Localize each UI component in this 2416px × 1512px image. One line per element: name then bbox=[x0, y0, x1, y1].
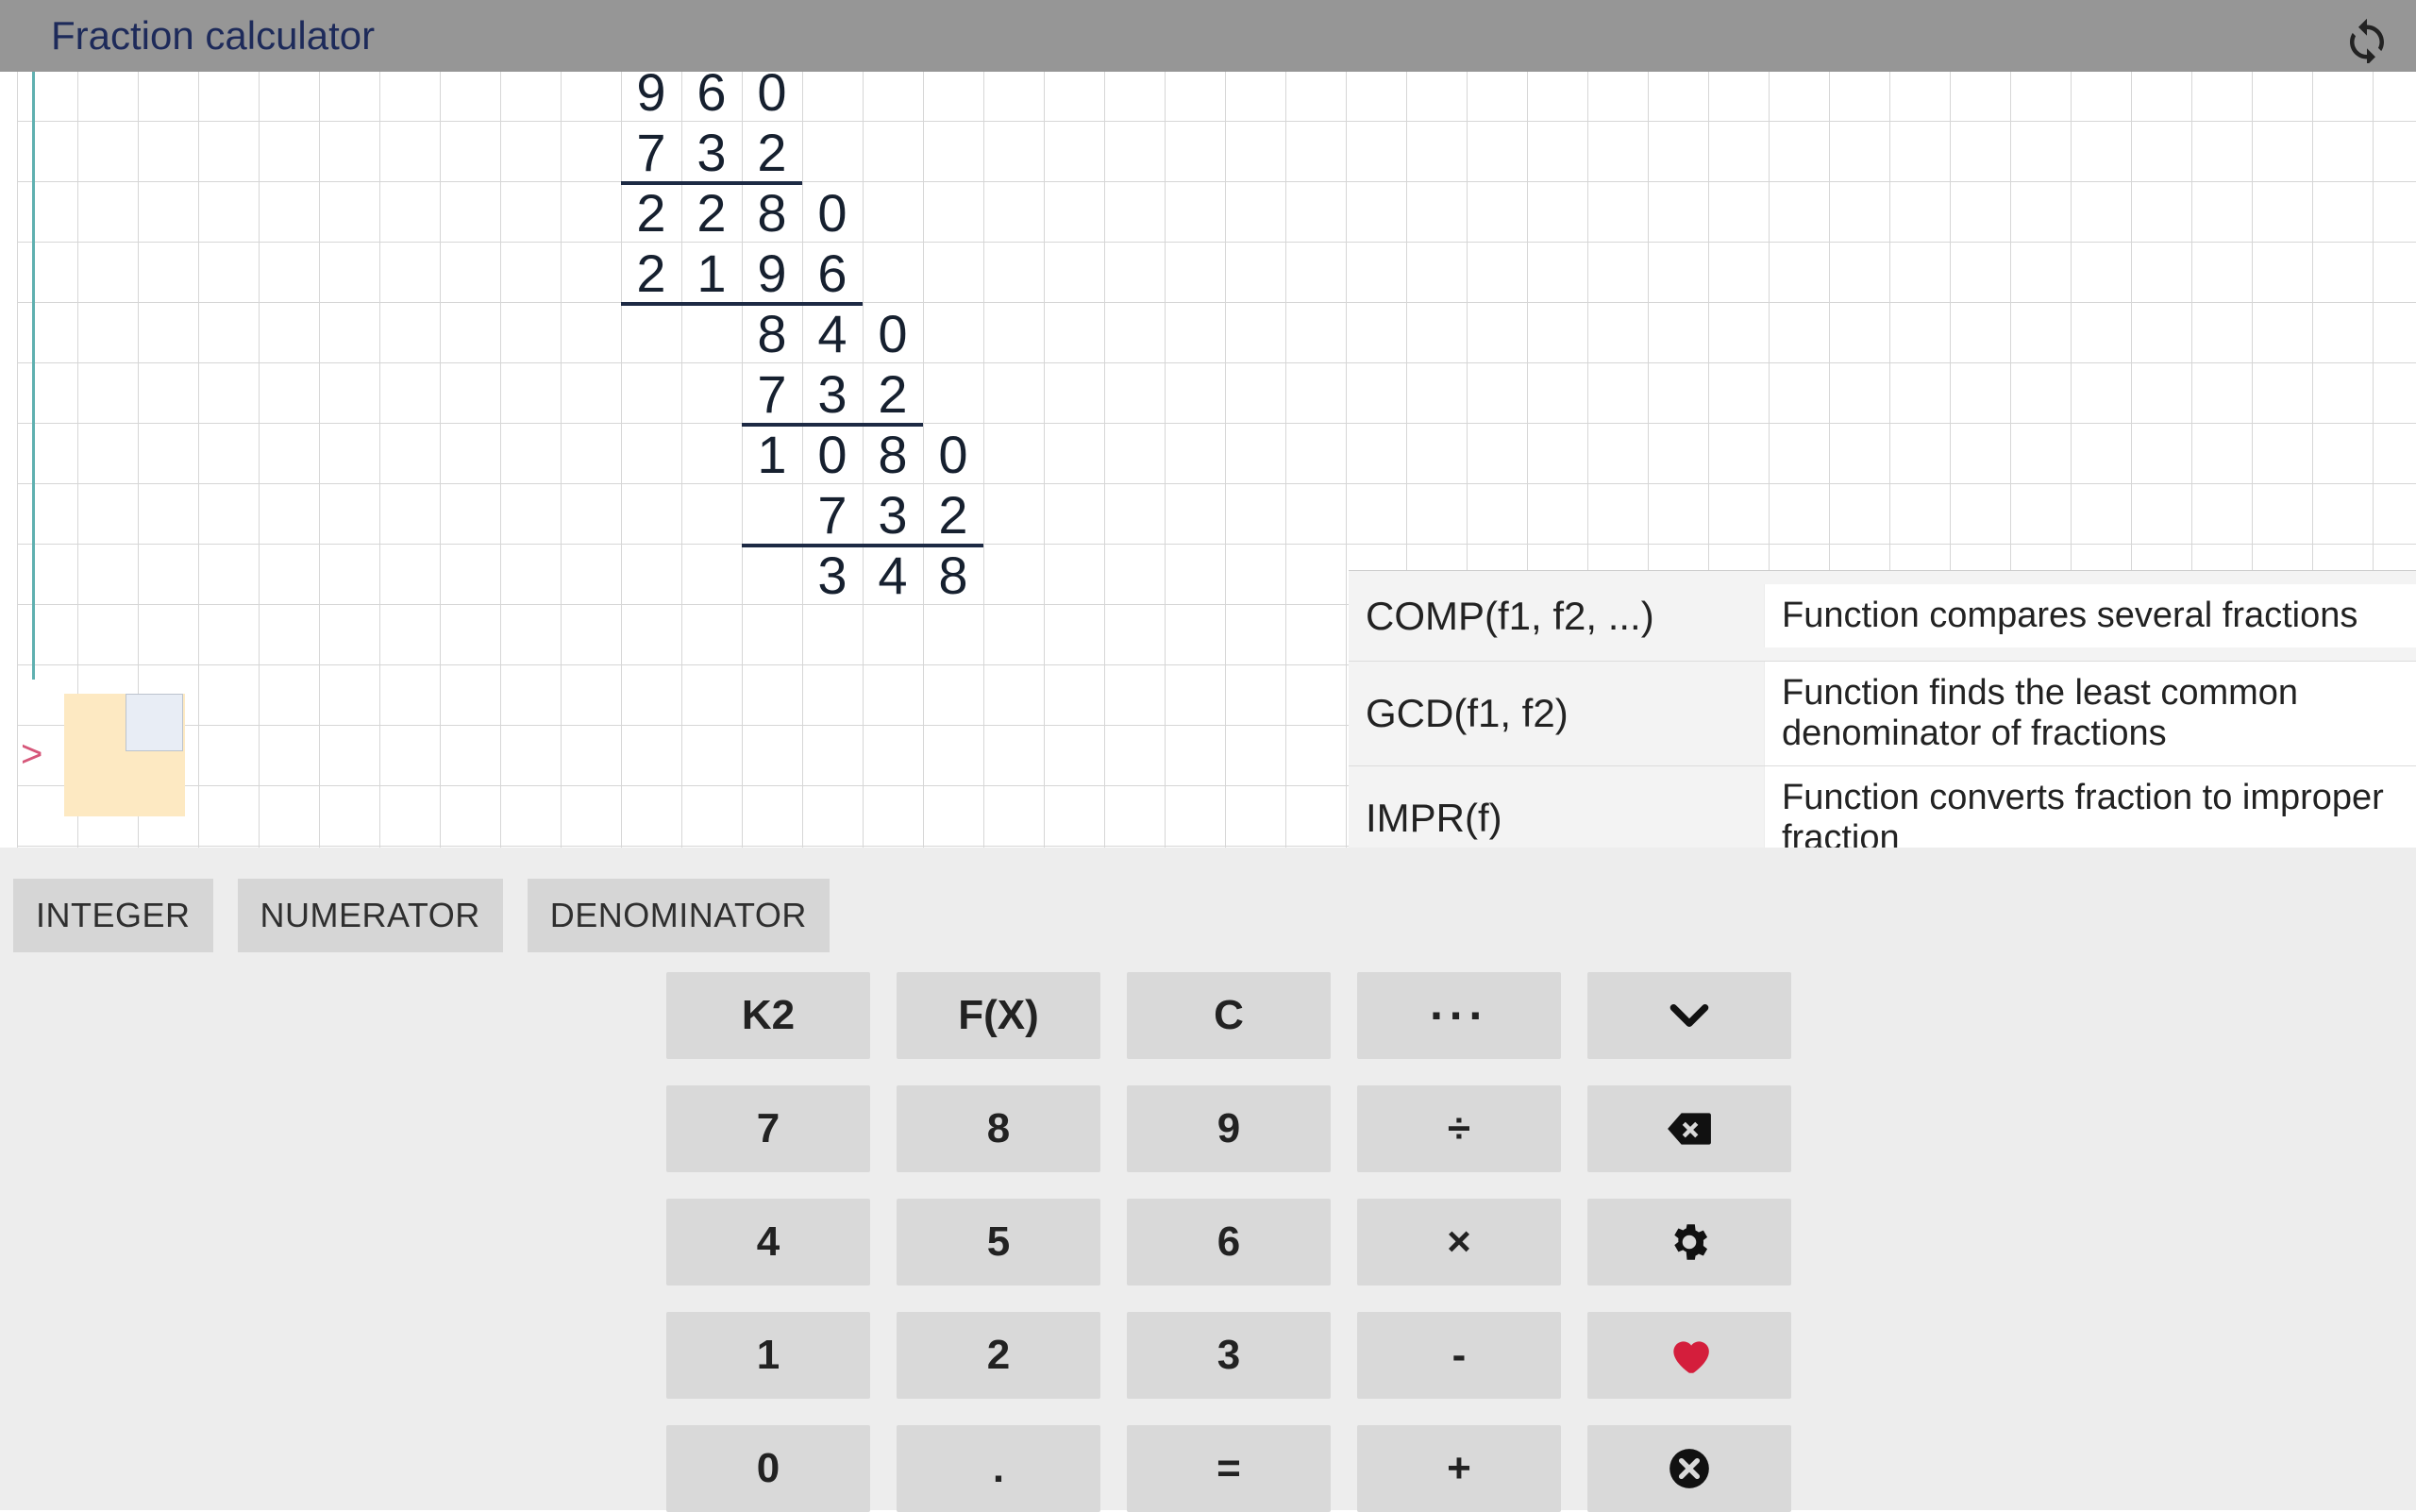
fn-desc: Function compares several fractions bbox=[1764, 584, 2416, 647]
key-plus[interactable]: + bbox=[1357, 1425, 1561, 1512]
key-minus[interactable]: - bbox=[1357, 1312, 1561, 1399]
backspace-icon bbox=[1666, 1105, 1713, 1152]
seg-denominator[interactable]: DENOMINATOR bbox=[528, 879, 830, 952]
key-fx[interactable]: F(X) bbox=[897, 972, 1100, 1059]
key-equals[interactable]: = bbox=[1127, 1425, 1331, 1512]
key-divide[interactable]: ÷ bbox=[1357, 1085, 1561, 1172]
refresh-icon bbox=[2341, 12, 2392, 63]
key-multiply[interactable]: × bbox=[1357, 1199, 1561, 1285]
app-title: Fraction calculator bbox=[51, 13, 375, 59]
key-0[interactable]: 0 bbox=[666, 1425, 870, 1512]
chevron-down-icon bbox=[1666, 992, 1713, 1039]
keyboard-panel: INTEGER NUMERATOR DENOMINATOR K2 F(X) C … bbox=[0, 848, 2416, 1510]
fn-row-gcd[interactable]: GCD(f1, f2) Function finds the least com… bbox=[1349, 662, 2416, 766]
margin-line bbox=[32, 0, 35, 680]
key-dot[interactable]: . bbox=[897, 1425, 1100, 1512]
key-9[interactable]: 9 bbox=[1127, 1085, 1331, 1172]
key-6[interactable]: 6 bbox=[1127, 1199, 1331, 1285]
keypad: K2 F(X) C ··· 7 8 9 ÷ 4 5 6 × 1 2 3 - 0 … bbox=[666, 972, 1791, 1512]
heart-icon bbox=[1666, 1332, 1713, 1379]
key-clear[interactable]: C bbox=[1127, 972, 1331, 1059]
key-1[interactable]: 1 bbox=[666, 1312, 870, 1399]
key-4[interactable]: 4 bbox=[666, 1199, 870, 1285]
refresh-button[interactable] bbox=[2337, 8, 2397, 68]
fn-sig: IMPR(f) bbox=[1349, 784, 1764, 852]
key-collapse[interactable] bbox=[1587, 972, 1791, 1059]
fn-sig: GCD(f1, f2) bbox=[1349, 680, 1764, 748]
key-k2[interactable]: K2 bbox=[666, 972, 870, 1059]
function-suggestions-panel: COMP(f1, f2, ...) Function compares seve… bbox=[1349, 570, 2416, 870]
key-more[interactable]: ··· bbox=[1357, 972, 1561, 1059]
key-backspace[interactable] bbox=[1587, 1085, 1791, 1172]
key-5[interactable]: 5 bbox=[897, 1199, 1100, 1285]
key-8[interactable]: 8 bbox=[897, 1085, 1100, 1172]
seg-integer[interactable]: INTEGER bbox=[13, 879, 213, 952]
fn-desc: Function finds the least common denomina… bbox=[1764, 662, 2416, 765]
fn-sig: COMP(f1, f2, ...) bbox=[1349, 582, 1764, 650]
close-circle-icon bbox=[1666, 1445, 1713, 1492]
key-3[interactable]: 3 bbox=[1127, 1312, 1331, 1399]
key-close[interactable] bbox=[1587, 1425, 1791, 1512]
key-2[interactable]: 2 bbox=[897, 1312, 1100, 1399]
prompt-caret: > bbox=[21, 733, 42, 776]
key-settings[interactable] bbox=[1587, 1199, 1791, 1285]
app-header: Fraction calculator bbox=[0, 0, 2416, 72]
input-highlight-bottom bbox=[64, 755, 185, 816]
fn-row-comp[interactable]: COMP(f1, f2, ...) Function compares seve… bbox=[1349, 571, 2416, 662]
gear-icon bbox=[1666, 1218, 1713, 1266]
key-favorite[interactable] bbox=[1587, 1312, 1791, 1399]
input-cursor-cell[interactable] bbox=[126, 694, 183, 751]
seg-numerator[interactable]: NUMERATOR bbox=[238, 879, 503, 952]
key-7[interactable]: 7 bbox=[666, 1085, 870, 1172]
